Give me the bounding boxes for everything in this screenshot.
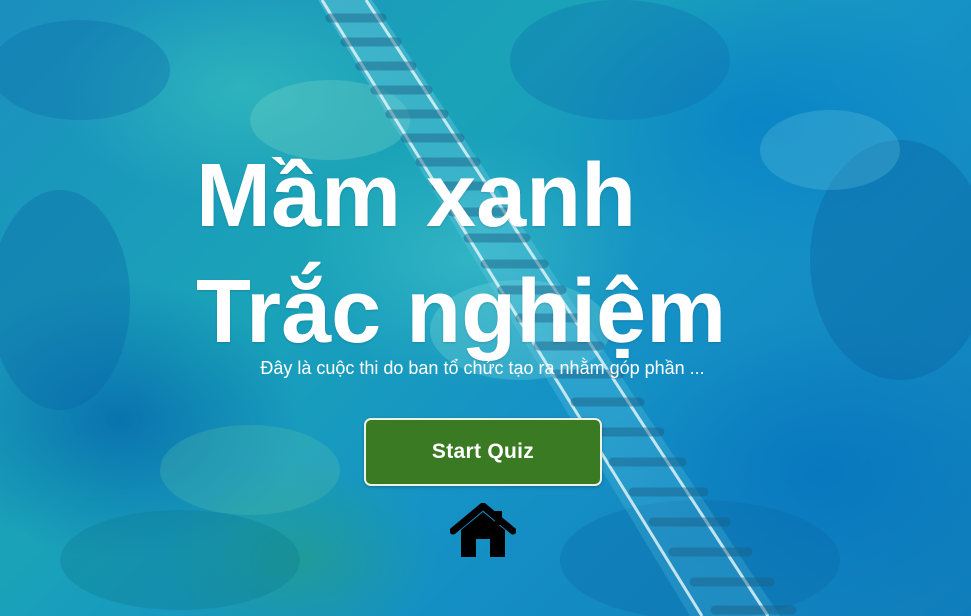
page-title: Mầm xanh Trắc nghiệm [196, 138, 726, 370]
start-quiz-button[interactable]: Start Quiz [364, 418, 602, 486]
description-container: Đây là cuộc thi do ban tổ chức tạo ra nh… [0, 358, 971, 379]
title-line-1: Mầm xanh [196, 146, 637, 246]
home-icon [450, 503, 516, 557]
home-link[interactable] [450, 503, 516, 559]
title-line-2: Trắc nghiệm [196, 262, 727, 362]
description-text: Đây là cuộc thi do ban tổ chức tạo ra nh… [260, 358, 705, 378]
